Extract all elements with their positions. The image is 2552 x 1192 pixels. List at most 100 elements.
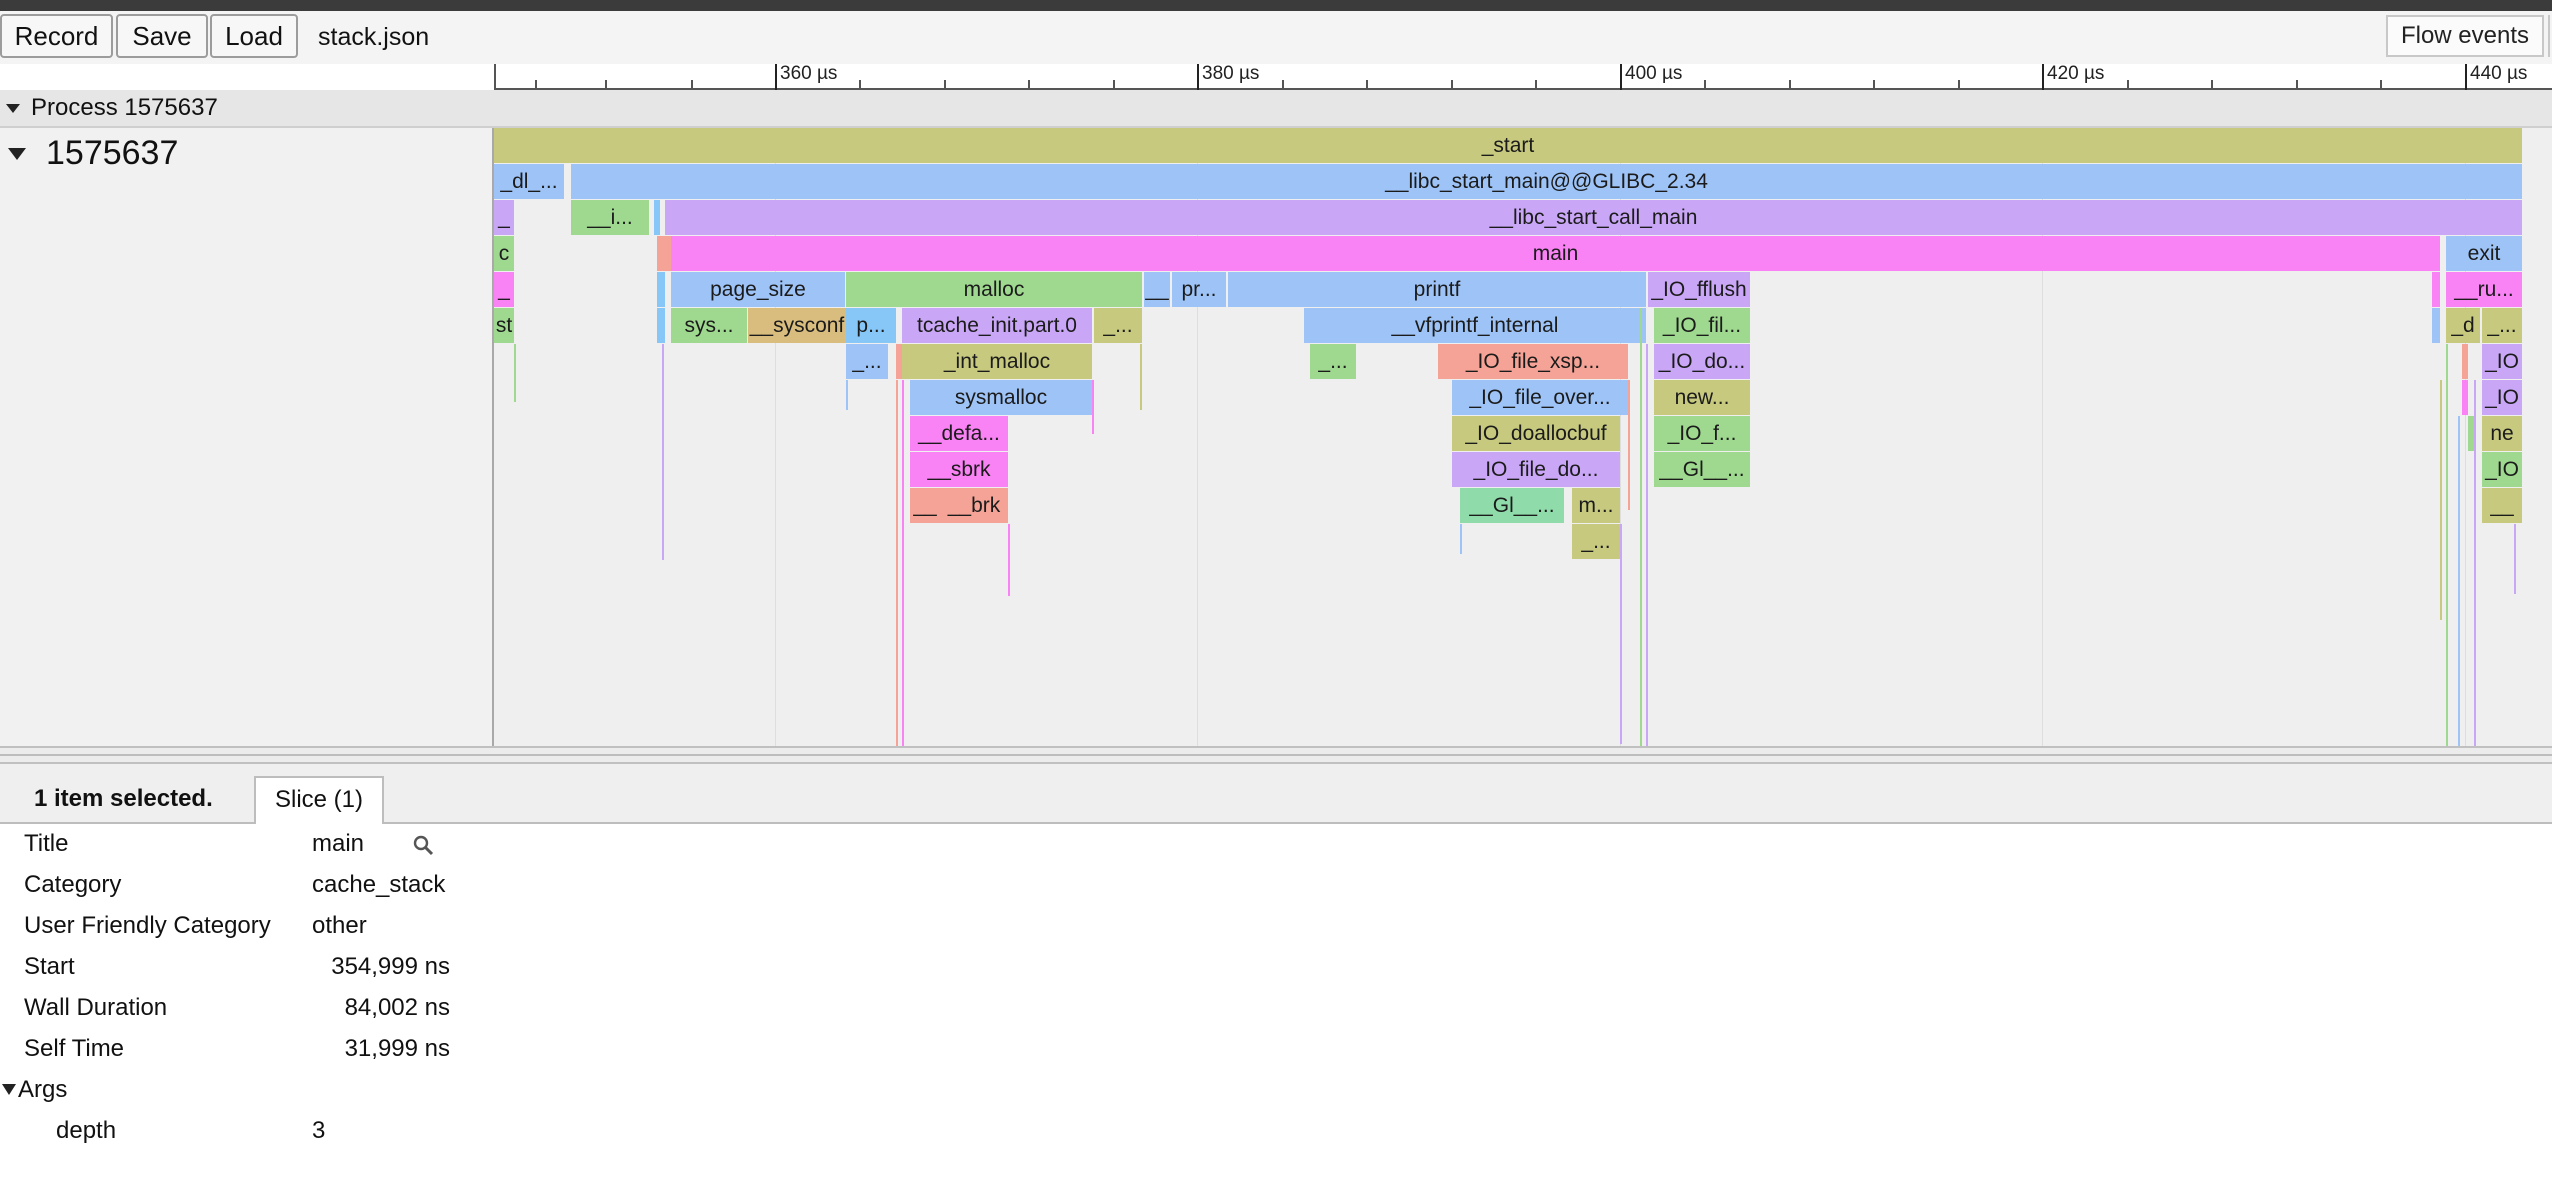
slice-printf[interactable]: printf	[1228, 272, 1646, 307]
slice-p[interactable]: p...	[846, 308, 896, 343]
load-button[interactable]: Load	[210, 14, 298, 58]
slice-underscore[interactable]: __	[2482, 488, 2522, 523]
slice-brk[interactable]: __brk	[940, 488, 1008, 523]
slice-underscore-dots[interactable]: _...	[2482, 308, 2522, 343]
slice-io-file-xsp[interactable]: _IO_file_xsp...	[1438, 344, 1628, 379]
collapse-triangle-icon[interactable]	[8, 148, 26, 160]
slice-sliver[interactable]	[846, 380, 848, 410]
slice-thin[interactable]	[654, 200, 660, 235]
search-icon[interactable]	[412, 834, 436, 858]
slice-io-fflush[interactable]: _IO_fflush	[1648, 272, 1750, 307]
splitter-grip[interactable]	[0, 754, 2552, 756]
slice-sliver[interactable]	[2440, 380, 2442, 620]
slice-new[interactable]: new...	[1654, 380, 1750, 415]
slice-sliver[interactable]	[2514, 524, 2516, 594]
slice-underscore-dots[interactable]: _...	[1310, 344, 1356, 379]
slice-sliver[interactable]	[2458, 416, 2460, 746]
ruler-tick-label: 440 µs	[2470, 63, 2528, 84]
slice-sliver[interactable]	[2474, 380, 2476, 746]
detail-label: Category	[24, 871, 122, 898]
slice-ne[interactable]: ne	[2482, 416, 2522, 451]
slice-sliver[interactable]	[1140, 344, 1142, 410]
slice-thin[interactable]	[2432, 308, 2440, 343]
slice-i[interactable]: __i...	[571, 200, 649, 235]
slice-underscore[interactable]: _	[494, 200, 514, 235]
slice-io[interactable]: _IO	[2482, 452, 2522, 487]
slice-gl[interactable]: __Gl__...	[1460, 488, 1564, 523]
slice-libc-start-call-main[interactable]: __libc_start_call_main	[665, 200, 2522, 235]
slice-tcache-init[interactable]: tcache_init.part.0	[902, 308, 1092, 343]
slice-sliver[interactable]	[662, 344, 664, 560]
slice-thin[interactable]	[657, 272, 665, 307]
detail-label: Title	[24, 830, 69, 857]
detail-label: Args	[18, 1076, 68, 1103]
slice-sbrk[interactable]: __sbrk	[910, 452, 1008, 487]
slice-sliver[interactable]	[1092, 380, 1094, 434]
slice-io-f[interactable]: _IO_f...	[1654, 416, 1750, 451]
slice-sysconf[interactable]: __sysconf	[748, 308, 846, 343]
slice-sliver[interactable]	[896, 380, 898, 746]
slice-io-file-over[interactable]: _IO_file_over...	[1452, 380, 1628, 415]
slice-io-file-do[interactable]: _IO_file_do...	[1452, 452, 1620, 487]
slice-page-size[interactable]: page_size	[671, 272, 845, 307]
slice-defa[interactable]: __defa...	[910, 416, 1008, 451]
tab-slice[interactable]: Slice (1)	[254, 776, 384, 824]
slice-start[interactable]: _start	[494, 128, 2522, 163]
slice-sliver[interactable]	[1620, 524, 1622, 744]
flow-events-button[interactable]: Flow events	[2386, 15, 2544, 57]
slice-io[interactable]: _IO	[2482, 380, 2522, 415]
ruler-tick-label: 420 µs	[2047, 63, 2105, 84]
detail-row-args[interactable]: Args	[0, 1070, 600, 1110]
slice-exit[interactable]: exit	[2446, 236, 2522, 271]
slice-m[interactable]: m...	[1572, 488, 1620, 523]
slice-libc-start-main[interactable]: __libc_start_main@@GLIBC_2.34	[571, 164, 2522, 199]
slice-sliver[interactable]	[1646, 344, 1648, 746]
slice-sysmalloc[interactable]: sysmalloc	[910, 380, 1092, 415]
slice-main[interactable]: main	[671, 236, 2440, 271]
slice-sliver[interactable]	[1008, 524, 1010, 596]
slice-underscore-dots[interactable]: _...	[846, 344, 888, 379]
process-header[interactable]: Process 1575637	[0, 90, 2552, 128]
save-button[interactable]: Save	[116, 14, 208, 58]
slice-dunder[interactable]: __	[910, 488, 940, 523]
toolbar: Record Save Load stack.json Flow events	[0, 11, 2552, 64]
slice-sliver[interactable]	[2446, 344, 2448, 746]
slice-underscore[interactable]: _	[494, 272, 514, 307]
slice-ru[interactable]: __ru...	[2446, 272, 2522, 307]
slice-thin[interactable]	[657, 308, 665, 343]
slice-dl[interactable]: _dl_...	[494, 164, 564, 199]
detail-label: depth	[56, 1117, 117, 1144]
slice-sliver[interactable]	[902, 380, 904, 746]
slice-thin[interactable]	[2462, 380, 2468, 415]
ruler-major-tick	[1620, 64, 1622, 90]
slice-sys[interactable]: sys...	[671, 308, 747, 343]
slice-sliver[interactable]	[1628, 380, 1630, 510]
slice-vfprintf-internal[interactable]: __vfprintf_internal	[1304, 308, 1646, 343]
slice-dunder[interactable]: __	[1144, 272, 1170, 307]
record-button[interactable]: Record	[0, 14, 113, 58]
slice-io-fil[interactable]: _IO_fil...	[1654, 308, 1750, 343]
slice-sliver[interactable]	[514, 344, 516, 402]
slice-gl[interactable]: __Gl__...	[1654, 452, 1750, 487]
flame-chart-track[interactable]: _start _dl_... __libc_start_main@@GLIBC_…	[494, 128, 2552, 746]
slice-int-malloc[interactable]: _int_malloc	[902, 344, 1092, 379]
slice-thin[interactable]	[2462, 344, 2468, 379]
selection-count: 1 item selected.	[34, 785, 213, 812]
slice-sliver[interactable]	[1640, 308, 1642, 746]
panel-splitter[interactable]	[0, 746, 2552, 764]
slice-pr[interactable]: pr...	[1172, 272, 1226, 307]
slice-thin[interactable]	[657, 236, 671, 271]
slice-io-do[interactable]: _IO_do...	[1654, 344, 1750, 379]
slice-underscore-dots[interactable]: _...	[1572, 524, 1620, 559]
slice-underscore-dots[interactable]: _...	[1094, 308, 1142, 343]
slice-thin[interactable]	[2432, 272, 2440, 307]
slice-st[interactable]: st	[494, 308, 514, 343]
slice-c[interactable]: c	[494, 236, 514, 271]
slice-sliver[interactable]	[1460, 524, 1462, 554]
expand-triangle-icon[interactable]	[2, 1084, 16, 1095]
collapse-triangle-icon[interactable]	[6, 104, 20, 113]
slice-io[interactable]: _IO	[2482, 344, 2522, 379]
slice-d[interactable]: _d	[2446, 308, 2480, 343]
slice-malloc[interactable]: malloc	[846, 272, 1142, 307]
slice-io-doallocbuf[interactable]: _IO_doallocbuf	[1452, 416, 1620, 451]
